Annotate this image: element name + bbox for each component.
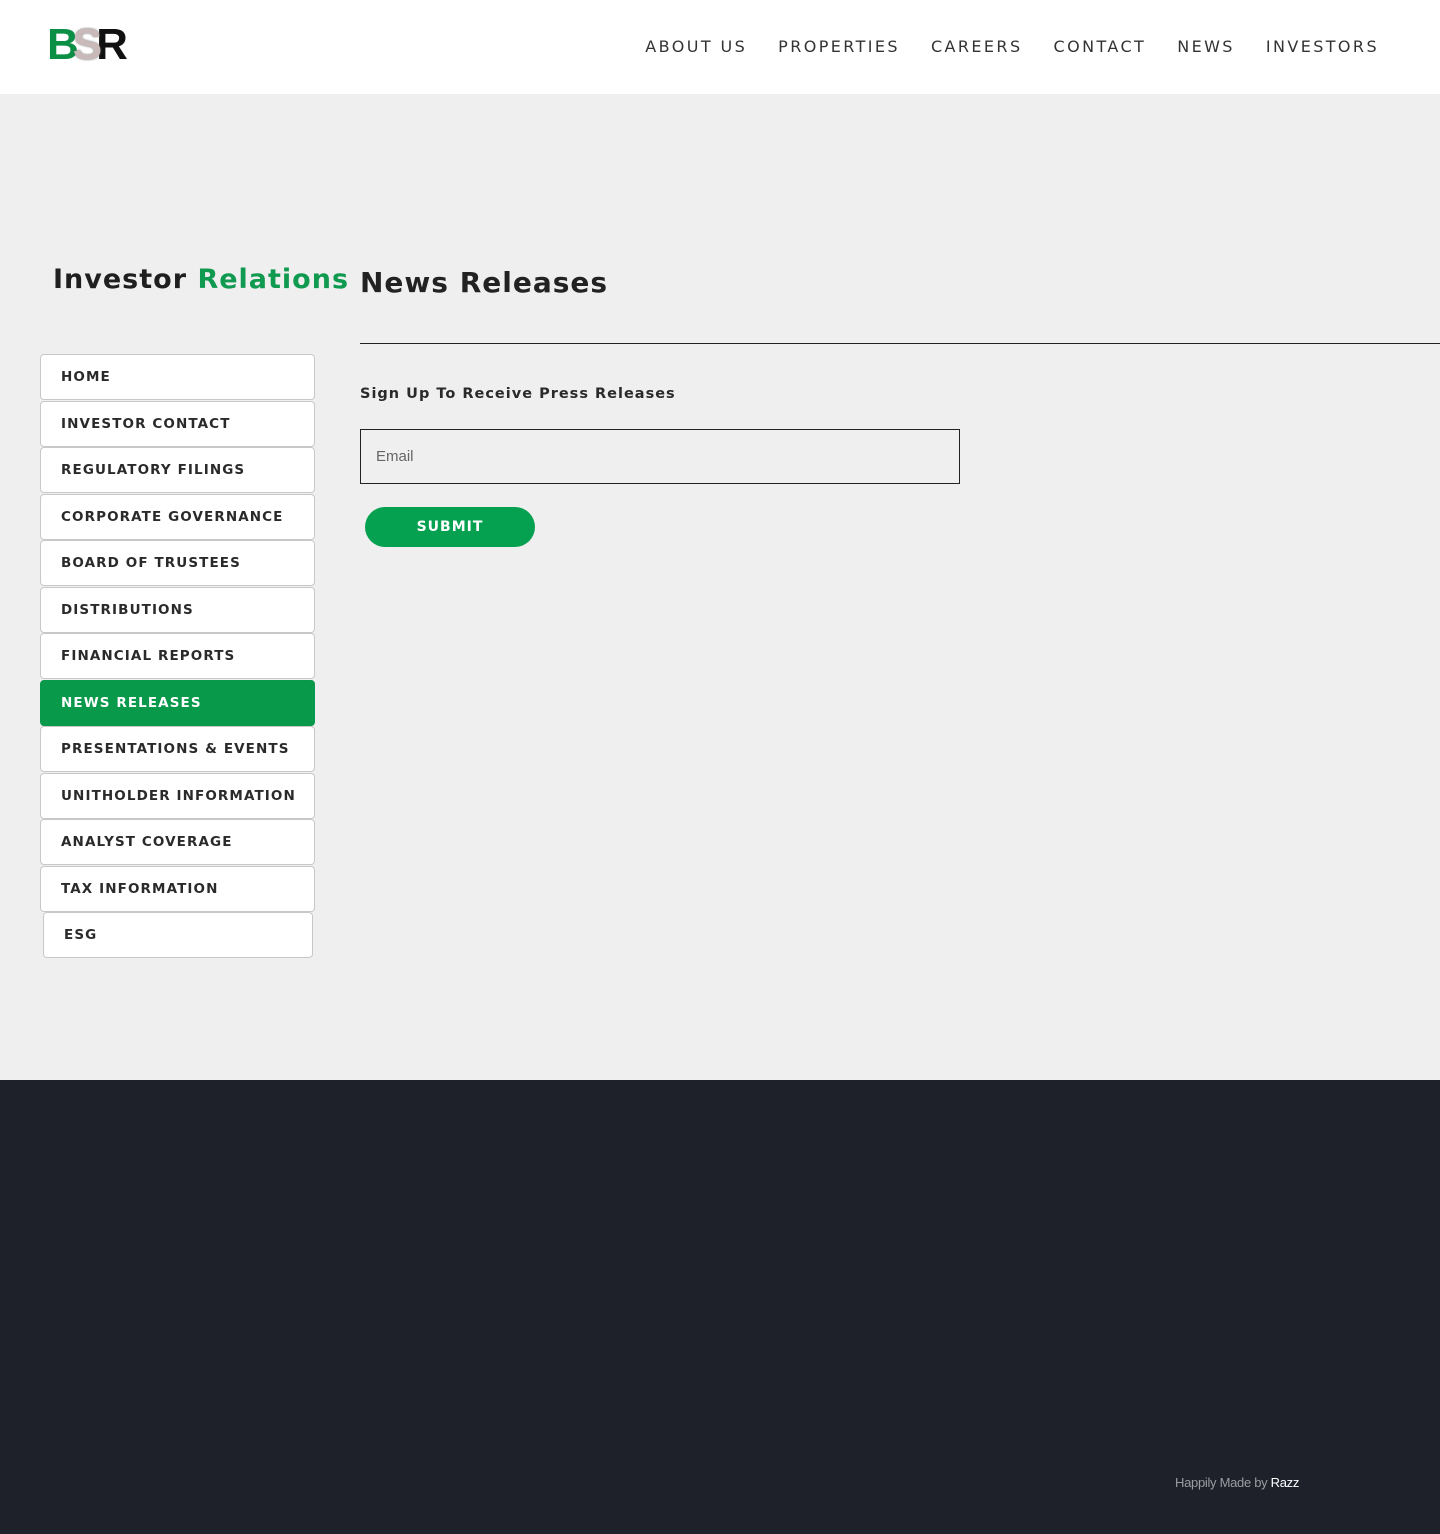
credit-text: Happily Made by [1175,1475,1268,1490]
site-footer: Happily Made by Razz [0,1080,1440,1534]
logo-letter-b: B [47,20,79,69]
nav-investors[interactable]: INVESTORS [1266,36,1379,58]
sidebar-item-presentations-events[interactable]: PRESENTATIONS & EVENTS [40,726,315,772]
sidebar-item-analyst-coverage[interactable]: ANALYST COVERAGE [40,819,315,865]
sidebar-title: Investor Relations [53,264,349,295]
main-section: Investor Relations HOME INVESTOR CONTACT… [0,94,1440,1080]
nav-properties[interactable]: PROPERTIES [778,36,900,58]
sidebar-item-news-releases[interactable]: NEWS RELEASES [40,679,315,726]
signup-label: Sign Up To Receive Press Releases [360,386,676,402]
main-nav: ABOUT US PROPERTIES CAREERS CONTACT NEWS… [645,36,1379,58]
title-divider [360,343,1440,344]
nav-about-us[interactable]: ABOUT US [645,36,747,58]
submit-button[interactable]: SUBMIT [365,507,535,547]
footer-credit: Happily Made by Razz [1175,1475,1299,1490]
sidebar-title-part1: Investor [53,264,188,295]
sidebar-item-unitholder-information[interactable]: UNITHOLDER INFORMATION [40,772,315,819]
logo-letter-r: R [96,20,128,69]
site-header: B S R ABOUT US PROPERTIES CAREERS CONTAC… [0,0,1440,94]
sidebar-item-board-of-trustees[interactable]: BOARD OF TRUSTEES [40,540,315,586]
sidebar-item-esg[interactable]: ESG [43,912,313,958]
page-title: News Releases [360,266,609,299]
nav-careers[interactable]: CAREERS [931,36,1023,58]
sidebar-item-home[interactable]: HOME [40,354,315,400]
sidebar-item-distributions[interactable]: DISTRIBUTIONS [40,586,315,633]
credit-link[interactable]: Razz [1271,1475,1300,1490]
sidebar-item-investor-contact[interactable]: INVESTOR CONTACT [40,400,315,447]
investor-sidebar-nav: HOME INVESTOR CONTACT REGULATORY FILINGS… [40,354,315,959]
email-field[interactable] [360,429,960,484]
logo-letter-s: S [72,20,102,69]
nav-news[interactable]: NEWS [1177,36,1235,58]
sidebar-item-corporate-governance[interactable]: CORPORATE GOVERNANCE [40,493,315,540]
sidebar-item-financial-reports[interactable]: FINANCIAL REPORTS [40,633,315,679]
nav-contact[interactable]: CONTACT [1054,36,1147,58]
sidebar-item-regulatory-filings[interactable]: REGULATORY FILINGS [40,447,315,493]
sidebar-title-part2: Relations [197,264,350,295]
logo[interactable]: B S R [47,20,131,69]
sidebar-item-tax-information[interactable]: TAX INFORMATION [40,865,315,912]
